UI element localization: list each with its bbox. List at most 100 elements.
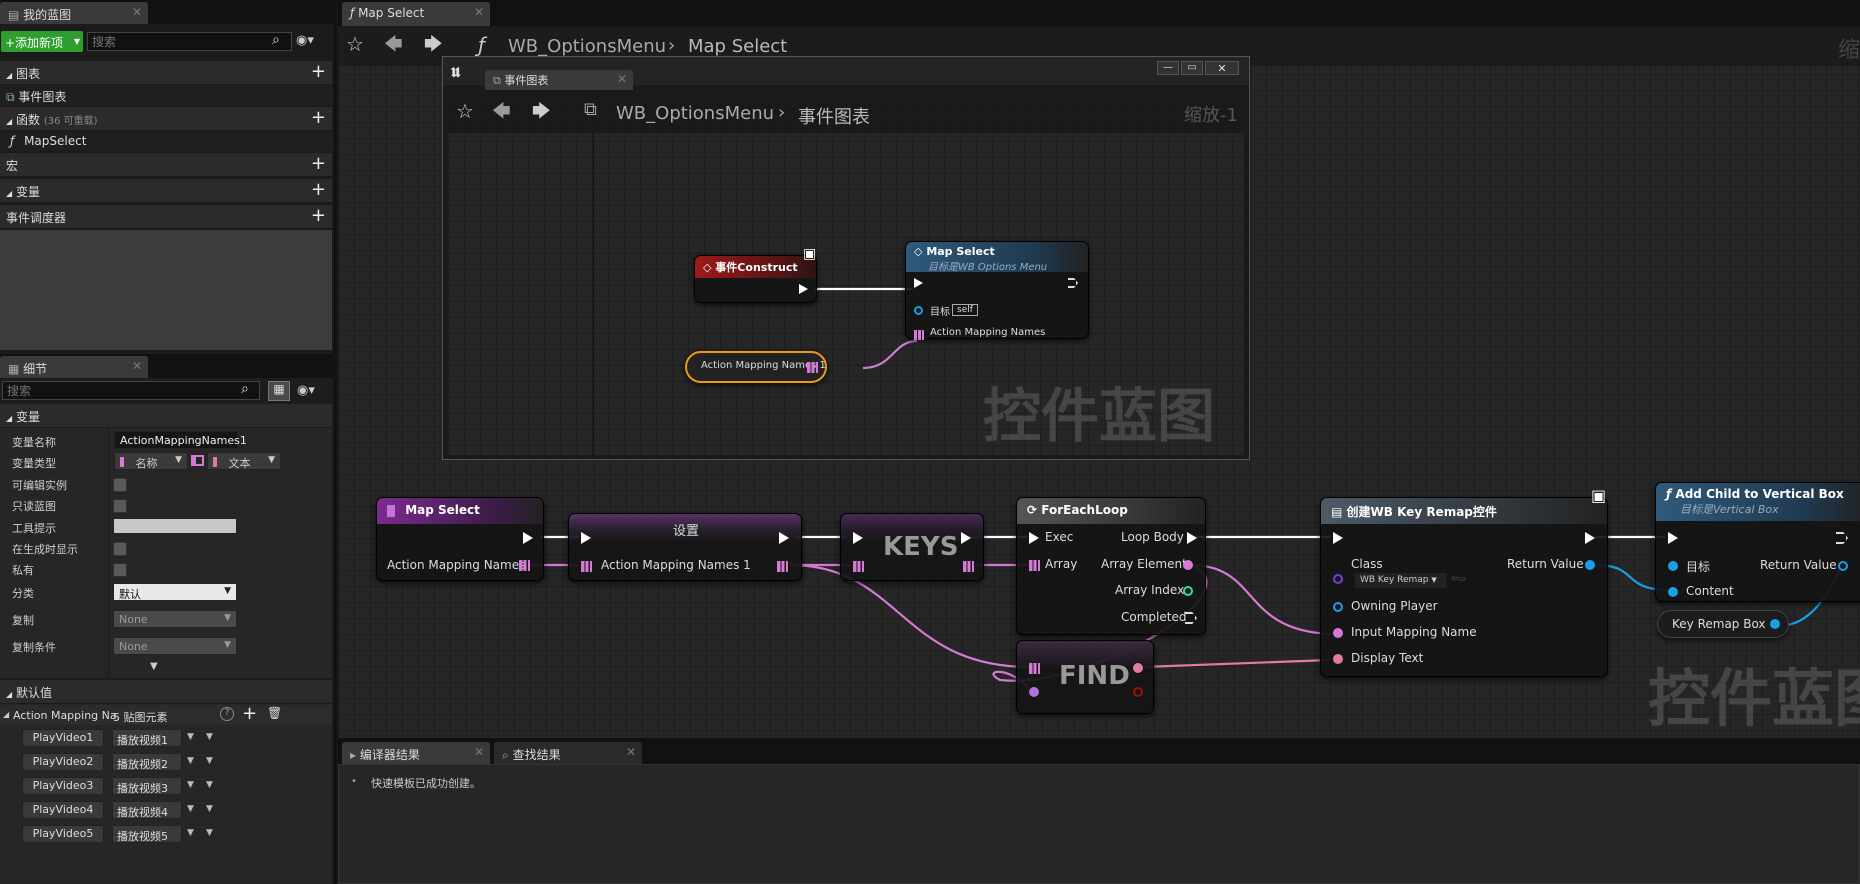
node-add-child[interactable]: ƒ Add Child to Vertical Box 目标是Vertical … [1655, 482, 1860, 602]
node-header: ⟳ ForEachLoop [1017, 498, 1205, 524]
return-value-pin[interactable] [1838, 561, 1848, 571]
pin-label: Action Mapping Names [387, 558, 526, 572]
find-value-pin[interactable] [1133, 663, 1143, 673]
input-mapping-pin[interactable] [1333, 628, 1343, 638]
close-icon[interactable]: ✕ [474, 745, 484, 759]
client-server-icon: ▣ [803, 246, 817, 262]
owning-player-pin[interactable] [1333, 602, 1343, 612]
bullet-icon: • [351, 776, 357, 787]
compiler-icon: ▸ [350, 748, 357, 762]
client-server-icon: ▣ [1591, 486, 1607, 505]
node-title: KEYS [883, 532, 959, 562]
function-icon: ƒ [1666, 487, 1672, 501]
pin-label: Owning Player [1351, 599, 1438, 613]
class-value: WB Key Remap [1360, 575, 1429, 585]
target-pin[interactable] [914, 306, 923, 315]
exec-out-pin[interactable] [1836, 532, 1848, 544]
find-key-pin[interactable] [1029, 687, 1039, 697]
pin-label: Return Value [1760, 558, 1837, 572]
pin-label: Display Text [1351, 651, 1424, 665]
node-find[interactable]: FIND [1016, 640, 1154, 714]
target-pin[interactable] [1668, 561, 1678, 571]
graph-watermark: 控件蓝图 [1648, 662, 1860, 735]
array-pin-icon[interactable] [853, 561, 864, 572]
completed-exec-pin[interactable] [1185, 612, 1197, 624]
node-title: Add Child to Vertical Box [1675, 487, 1844, 501]
chevron-down-icon: ▼ [1431, 576, 1437, 584]
class-dropdown[interactable]: WB Key Remap ▼ [1355, 573, 1447, 588]
content-pin[interactable] [1668, 587, 1678, 597]
pin-label: Input Mapping Name [1351, 625, 1477, 639]
key-remap-box-pin[interactable] [1770, 619, 1780, 629]
exec-out-pin[interactable] [961, 532, 971, 544]
node-title: 设置 [673, 524, 700, 539]
array-pin-icon[interactable] [519, 560, 530, 571]
pin-label: 目标 [930, 307, 950, 318]
array-pin-icon[interactable] [1029, 663, 1040, 674]
exec-in-pin[interactable] [581, 532, 591, 544]
pin-label: Array Element [1101, 557, 1187, 571]
exec-out-pin[interactable] [1585, 532, 1595, 544]
exec-out-pin[interactable] [799, 284, 808, 294]
exec-out-pin[interactable] [1068, 278, 1078, 288]
pin-label: Content [1686, 584, 1734, 598]
node-keys[interactable]: KEYS [840, 513, 984, 581]
node-header: ◇ 事件Construct [695, 256, 816, 278]
node-title: ForEachLoop [1041, 503, 1128, 517]
node-header: Map Select [377, 498, 543, 524]
node-header: ◇ Map Select 目标是WB Options Menu [906, 242, 1088, 273]
tab-compiler-results[interactable]: ▸ 编译器结果 ✕ [342, 742, 490, 764]
browse-icon[interactable]: ⇦⌕ [1451, 572, 1466, 586]
node-event-construct[interactable]: ◇ 事件Construct ▣ [694, 246, 817, 303]
node-title: FIND [1059, 661, 1130, 691]
widget-icon: ▤ [1331, 505, 1343, 519]
pin-label: Array [1045, 557, 1078, 571]
find-bool-pin[interactable] [1133, 687, 1143, 697]
array-pin-icon[interactable] [963, 561, 974, 572]
array-index-pin[interactable] [1183, 586, 1193, 596]
node-create-widget[interactable]: ▤ 创建WB Key Remap控件 ▣ Class WB Key Remap … [1320, 486, 1608, 677]
node-foreachloop[interactable]: ⟳ ForEachLoop Exec Loop Body Array Array… [1016, 497, 1206, 635]
array-pin-icon[interactable] [1029, 560, 1040, 571]
node-key-remap-box[interactable]: Key Remap Box [1657, 610, 1789, 638]
return-value-pin[interactable] [1585, 560, 1595, 570]
exec-out-pin[interactable] [1187, 532, 1197, 544]
exec-in-pin[interactable] [914, 278, 923, 288]
close-icon[interactable]: ✕ [626, 745, 636, 759]
pin-label: Return Value [1507, 557, 1584, 571]
array-pin-icon[interactable] [777, 561, 788, 572]
array-pin-icon[interactable] [914, 330, 924, 340]
node-popup-map-select[interactable]: ◇ Map Select 目标是WB Options Menu 目标 self … [905, 241, 1089, 340]
exec-in-pin[interactable] [853, 532, 863, 544]
tab-compiler-label: 编译器结果 [359, 748, 420, 762]
pin-label: Key Remap Box [1672, 617, 1766, 631]
pin-label: Array Index [1115, 583, 1185, 597]
exec-in-pin[interactable] [1029, 532, 1039, 544]
popup-watermark: 控件蓝图 [983, 382, 1216, 450]
pin-label: Completed [1121, 610, 1187, 624]
array-pin-icon[interactable] [807, 362, 818, 373]
output-message: 快速模板已成功创建。 [371, 777, 481, 790]
node-set[interactable]: 设置 Action Mapping Names 1 [568, 513, 802, 581]
exec-out-pin[interactable] [523, 532, 533, 544]
exec-in-pin[interactable] [1668, 532, 1678, 544]
array-element-pin[interactable] [1183, 560, 1193, 570]
node-var-action-mapping[interactable]: Action Mapping Names 1 [685, 351, 827, 383]
tab-find-results[interactable]: ⌕ 查找结果 ✕ [494, 742, 642, 764]
target-self-field[interactable]: self [952, 304, 978, 316]
function-entry-icon [387, 504, 395, 517]
pin-label: Loop Body [1121, 530, 1184, 544]
display-text-pin[interactable] [1333, 654, 1343, 664]
function-diamond-icon: ◇ [914, 245, 923, 258]
exec-out-pin[interactable] [779, 532, 789, 544]
node-header: ƒ Add Child to Vertical Box 目标是Vertical … [1656, 483, 1860, 521]
pin-label: 目标 [1686, 560, 1711, 574]
event-diamond-icon: ◇ [703, 261, 712, 274]
exec-in-pin[interactable] [1333, 532, 1343, 544]
node-subtitle: 目标是WB Options Menu [928, 262, 1048, 273]
node-title: 创建WB Key Remap控件 [1346, 505, 1497, 519]
class-pin[interactable] [1333, 574, 1343, 584]
node-map-select-entry[interactable]: Map Select Action Mapping Names [376, 497, 544, 581]
array-pin-icon[interactable] [581, 561, 592, 572]
search-icon: ⌕ [502, 748, 509, 762]
